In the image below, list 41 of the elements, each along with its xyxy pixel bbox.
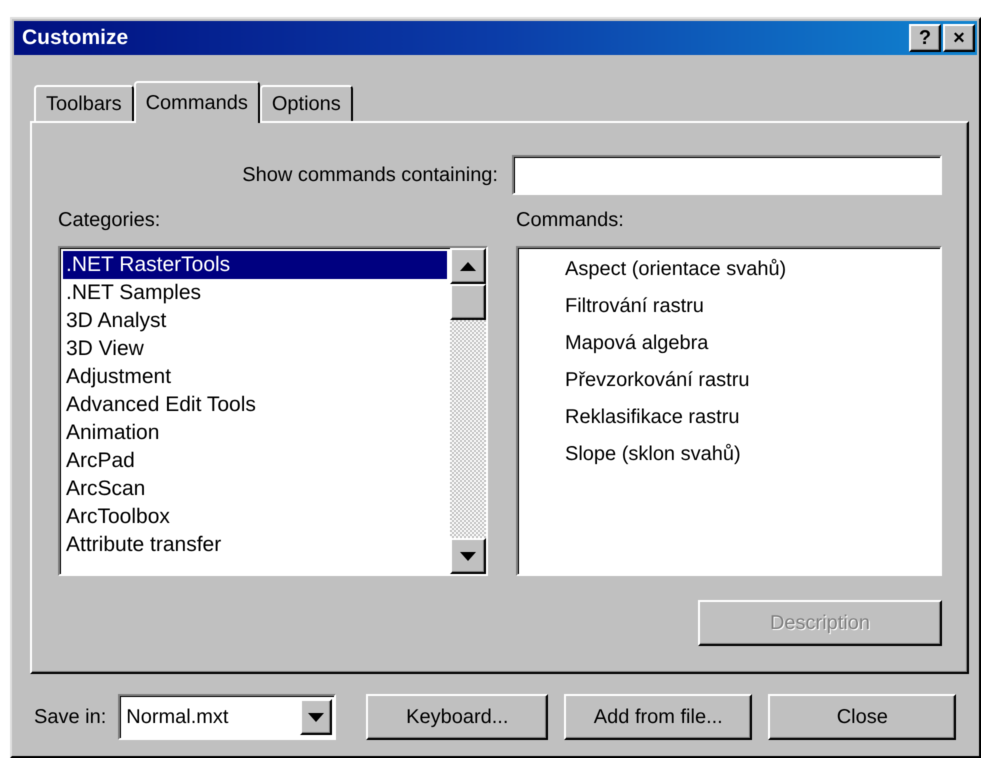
tab[interactable]: Commands bbox=[134, 81, 260, 123]
scrollbar[interactable] bbox=[450, 248, 486, 574]
command-item[interactable]: Filtrování rastru bbox=[521, 288, 937, 325]
category-item[interactable]: ArcToolbox bbox=[63, 503, 447, 531]
category-item[interactable]: Advanced Edit Tools bbox=[63, 391, 447, 419]
category-item[interactable]: .NET RasterTools bbox=[63, 251, 447, 279]
category-item[interactable]: Animation bbox=[63, 419, 447, 447]
category-item[interactable]: ArcPad bbox=[63, 447, 447, 475]
categories-label: Categories: bbox=[58, 209, 162, 232]
command-item[interactable]: Převzorkování rastru bbox=[521, 362, 937, 399]
keyboard-button[interactable]: Keyboard... bbox=[366, 694, 548, 740]
commands-label: Commands: bbox=[516, 209, 625, 232]
category-item[interactable]: ArcScan bbox=[63, 475, 447, 503]
category-item[interactable]: 3D View bbox=[63, 335, 447, 363]
add-from-file-button[interactable]: Add from file... bbox=[564, 694, 752, 740]
command-item[interactable]: Slope (sklon svahů) bbox=[521, 436, 937, 473]
scroll-thumb[interactable] bbox=[450, 284, 486, 320]
down-arrow-icon bbox=[460, 552, 476, 560]
category-item[interactable]: 3D Analyst bbox=[63, 307, 447, 335]
scroll-up-button[interactable] bbox=[450, 248, 486, 284]
command-item[interactable]: Reklasifikace rastru bbox=[521, 399, 937, 436]
search-field[interactable] bbox=[512, 155, 942, 195]
tab[interactable]: Toolbars bbox=[34, 85, 134, 121]
scroll-down-button[interactable] bbox=[450, 538, 486, 574]
save-in-dropdown[interactable]: Normal.mxt bbox=[118, 694, 336, 740]
dropdown-value: Normal.mxt bbox=[126, 706, 228, 728]
tab[interactable]: Options bbox=[260, 85, 353, 121]
help-button[interactable]: ? bbox=[909, 24, 941, 52]
up-arrow-icon bbox=[460, 262, 476, 270]
command-item[interactable]: Aspect (orientace svahů) bbox=[521, 251, 937, 288]
window-title: Customize bbox=[22, 26, 128, 50]
category-item[interactable]: .NET Samples bbox=[63, 279, 447, 307]
dropdown-button[interactable] bbox=[300, 699, 332, 735]
search-label: Show commands containing: bbox=[242, 164, 498, 186]
down-arrow-icon bbox=[308, 712, 324, 722]
save-in-label: Save in: bbox=[34, 706, 106, 728]
category-item[interactable]: Adjustment bbox=[63, 363, 447, 391]
close-button[interactable]: Close bbox=[768, 694, 956, 740]
category-item[interactable]: Attribute transfer bbox=[63, 531, 447, 559]
command-item[interactable]: Mapová algebra bbox=[521, 325, 937, 362]
close-button[interactable]: × bbox=[943, 24, 975, 52]
